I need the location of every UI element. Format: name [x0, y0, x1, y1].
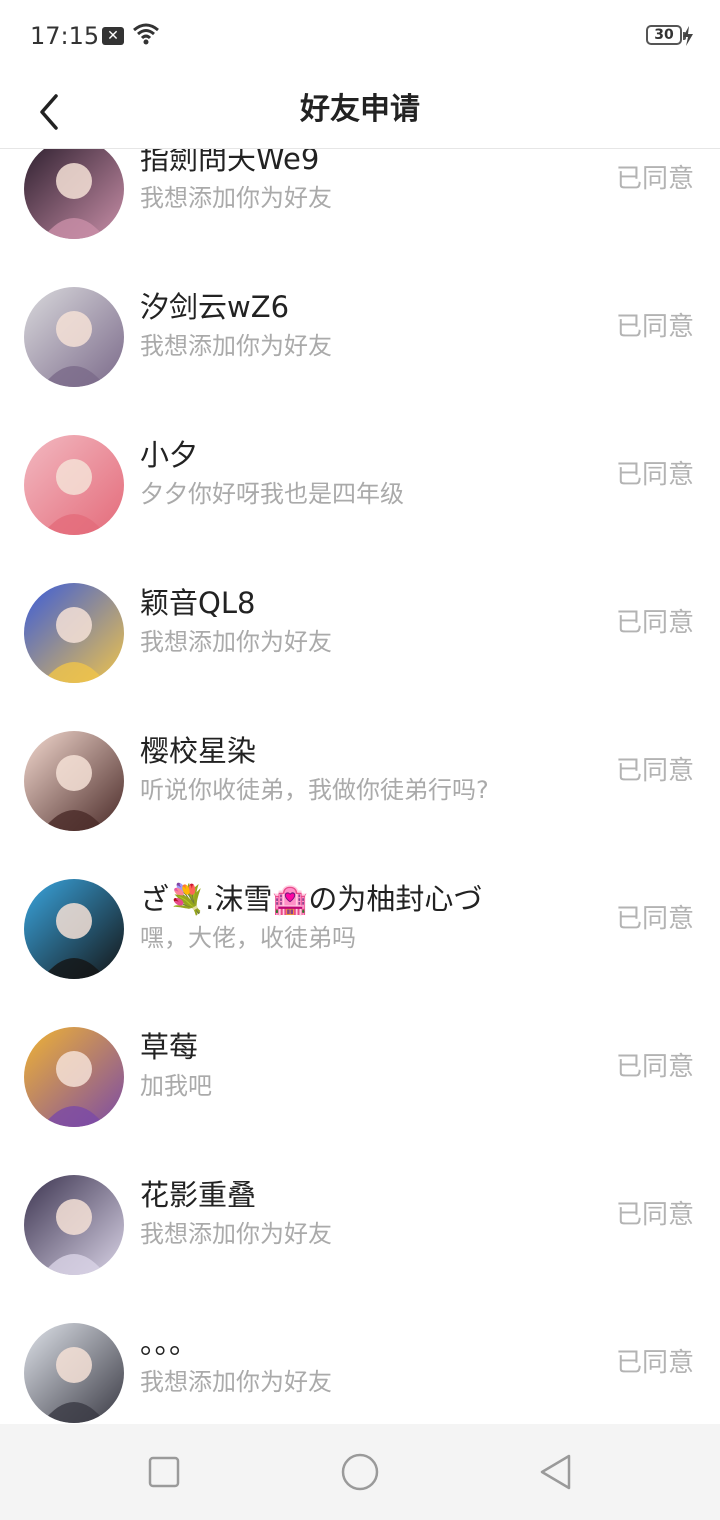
avatar-image [24, 149, 124, 239]
avatar[interactable] [24, 879, 124, 979]
request-status-label: 已同意 [615, 904, 694, 934]
requester-name: 指劍問天We9 [140, 149, 320, 176]
avatar-image [24, 1175, 124, 1275]
home-button[interactable] [340, 1452, 380, 1492]
request-status-label: 已同意 [615, 1348, 694, 1378]
requester-name: 颖音QL8 [140, 586, 256, 620]
request-status-label: 已同意 [615, 1200, 694, 1230]
avatar-image [24, 731, 124, 831]
request-status-label: 已同意 [615, 756, 694, 786]
status-bar: 17:15 ✕ 30 [0, 0, 720, 72]
requester-name: 樱校星染 [140, 734, 257, 768]
friend-request-row[interactable]: 草莓加我吧 已同意 [0, 1027, 720, 1175]
system-back-button[interactable] [536, 1452, 576, 1492]
requester-name: 。。。 [140, 1326, 199, 1360]
request-message: 我想添加你为好友 [140, 332, 332, 360]
avatar-image [24, 1027, 124, 1127]
request-message: 我想添加你为好友 [140, 184, 332, 212]
requester-name: 草莓 [140, 1030, 199, 1064]
request-message: 我想添加你为好友 [140, 1220, 332, 1248]
recents-button[interactable] [144, 1452, 184, 1492]
requester-name: 小夕 [140, 438, 199, 472]
charging-icon [683, 26, 693, 46]
request-status-label: 已同意 [615, 312, 694, 342]
request-status-label: 已同意 [615, 608, 694, 638]
status-time: 17:15 [30, 22, 100, 50]
circle-icon [341, 1453, 379, 1491]
request-status-label: 已同意 [615, 1052, 694, 1082]
avatar[interactable] [24, 1323, 124, 1423]
close-box-icon: ✕ [102, 27, 124, 45]
request-message: 我想添加你为好友 [140, 628, 332, 656]
avatar[interactable] [24, 287, 124, 387]
friend-request-row[interactable]: 花影重叠我想添加你为好友 已同意 [0, 1175, 720, 1323]
request-message: 加我吧 [140, 1072, 212, 1100]
friend-request-list[interactable]: 指劍問天We9 我想添加你为好友 已同意 汐剑云wZ6 我想添加你为好友 已同意 小夕 夕夕你… [0, 149, 720, 1424]
battery-indicator: 30 [646, 25, 686, 45]
request-status-label: 已同意 [615, 460, 694, 490]
avatar[interactable] [24, 1175, 124, 1275]
requester-name: 汐剑云wZ6 [140, 290, 290, 324]
avatar-image [24, 287, 124, 387]
avatar[interactable] [24, 1027, 124, 1127]
header: 好友申请 [0, 72, 720, 149]
wifi-icon [133, 23, 159, 45]
request-status-label: 已同意 [615, 164, 694, 194]
system-nav-bar [0, 1424, 720, 1520]
friend-request-row[interactable]: 小夕夕夕你好呀我也是四年级 已同意 [0, 435, 720, 583]
triangle-back-icon [540, 1454, 571, 1490]
requester-name: ざ💐.沫雪🏩の为柚封心づ [140, 882, 483, 916]
friend-request-row[interactable]: ざ💐.沫雪🏩の为柚封心づ嘿，大佬，收徒弟吗 已同意 [0, 879, 720, 1027]
avatar-image [24, 1323, 124, 1423]
battery-level: 30 [654, 27, 674, 43]
request-message: 嘿，大佬，收徒弟吗 [140, 924, 356, 952]
avatar-image [24, 435, 124, 535]
friend-request-row[interactable]: 汐剑云wZ6 我想添加你为好友 已同意 [0, 287, 720, 435]
friend-request-row[interactable]: 指劍問天We9 我想添加你为好友 已同意 [0, 149, 720, 287]
page-title: 好友申请 [300, 92, 420, 127]
requester-name: 花影重叠 [140, 1178, 257, 1212]
avatar[interactable] [24, 149, 124, 239]
avatar-image [24, 583, 124, 683]
friend-request-row[interactable]: 樱校星染听说你收徒弟，我做你徒弟行吗? 已同意 [0, 731, 720, 879]
friend-request-row[interactable]: 颖音QL8 我想添加你为好友 已同意 [0, 583, 720, 731]
request-message: 夕夕你好呀我也是四年级 [140, 480, 404, 508]
request-message: 听说你收徒弟，我做你徒弟行吗? [140, 776, 489, 804]
request-message: 我想添加你为好友 [140, 1368, 332, 1396]
avatar[interactable] [24, 583, 124, 683]
square-icon [148, 1456, 180, 1488]
avatar[interactable] [24, 435, 124, 535]
avatar-image [24, 879, 124, 979]
friend-request-row[interactable]: 。。。我想添加你为好友 已同意 [0, 1323, 720, 1424]
avatar[interactable] [24, 731, 124, 831]
